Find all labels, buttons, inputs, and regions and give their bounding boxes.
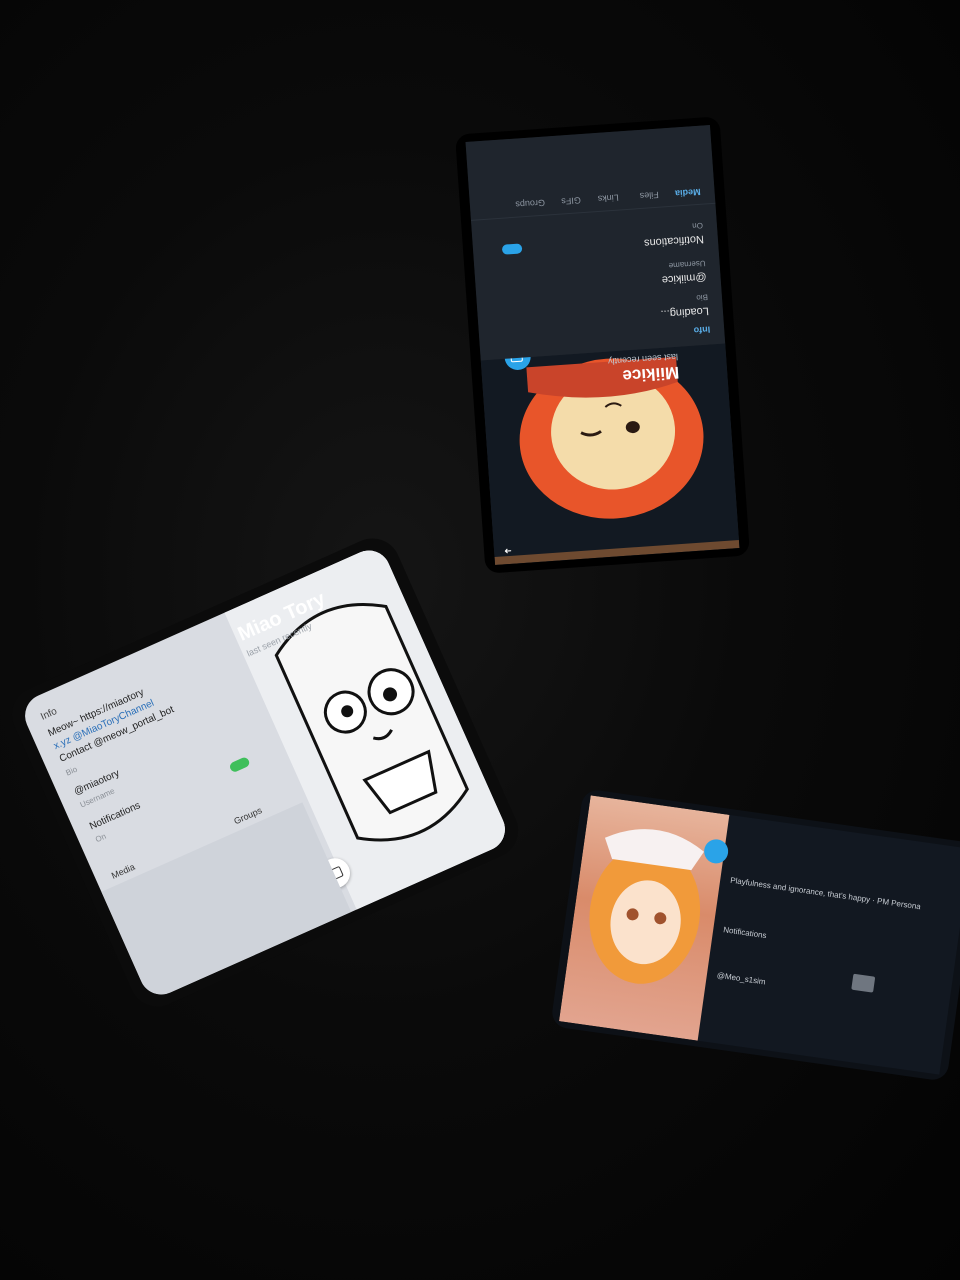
tab-links[interactable]: Links bbox=[597, 193, 619, 204]
anime-girl-cover-image bbox=[559, 795, 730, 1041]
username-label: Username bbox=[668, 258, 706, 271]
notifications-value: On bbox=[691, 220, 704, 231]
username-value[interactable]: @Meo_s1sim bbox=[716, 971, 766, 987]
empty-media-icon bbox=[851, 973, 876, 993]
tab-media[interactable]: Media bbox=[675, 187, 701, 199]
username-value[interactable]: @miikice bbox=[661, 271, 707, 286]
back-arrow-icon[interactable]: ➜ bbox=[504, 545, 512, 557]
anime-girl-illustration bbox=[589, 829, 704, 984]
phone-top-screen: ➜ Miikice last seen recently Info Loadin… bbox=[465, 124, 740, 566]
info-heading: Info bbox=[693, 324, 711, 336]
notifications-value: On bbox=[94, 831, 108, 845]
notifications-label: Notifications bbox=[722, 925, 768, 941]
bio-label: Bio bbox=[64, 764, 79, 778]
bio-text: Playfulness and ignorance, that's happy … bbox=[729, 875, 922, 912]
bio-value: Loading... bbox=[660, 304, 710, 320]
notifications-label: Notifications bbox=[643, 232, 705, 249]
profile-name: Miikice bbox=[621, 362, 680, 386]
notifications-toggle[interactable] bbox=[228, 756, 251, 774]
profile-cover-image: ➜ Miikice last seen recently bbox=[480, 343, 740, 566]
info-heading: Info bbox=[39, 705, 59, 723]
notifications-toggle[interactable] bbox=[501, 243, 523, 255]
phone-bottom-screen: @Meo_s1sim Playfulness and ignorance, th… bbox=[559, 795, 960, 1075]
tab-gifs[interactable]: GIFs bbox=[561, 195, 581, 206]
tab-divider bbox=[470, 202, 716, 221]
tab-files[interactable]: Files bbox=[639, 190, 659, 201]
red-character-illustration bbox=[480, 343, 740, 566]
rotated-profile-view: ➜ Miikice last seen recently Info Loadin… bbox=[465, 124, 740, 566]
profile-info-section: Info Loading... Bio @miikice Username No… bbox=[465, 124, 726, 361]
tab-groups[interactable]: Groups bbox=[515, 198, 545, 210]
notifications-label: Notifications bbox=[87, 800, 143, 833]
bio-label: Bio bbox=[696, 292, 709, 303]
phone-top-upside-down: ➜ Miikice last seen recently Info Loadin… bbox=[454, 116, 751, 574]
